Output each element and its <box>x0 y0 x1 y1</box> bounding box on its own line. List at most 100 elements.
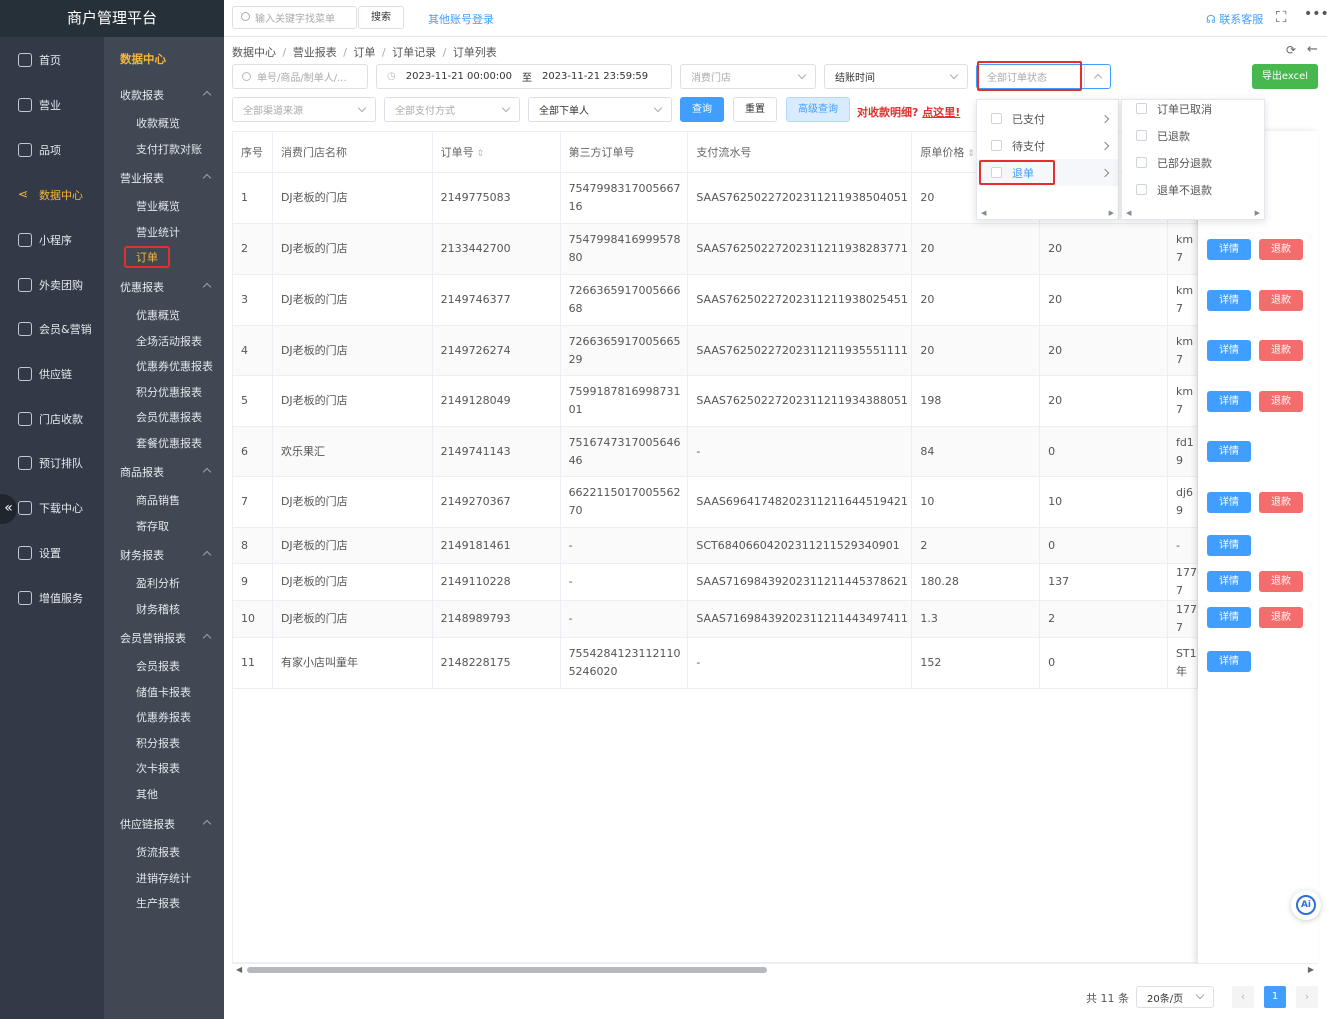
table-row[interactable]: 4 DJ老板的门店 2149726274 726636591700566529 SAAS… <box>232 325 1199 376</box>
sort-icon[interactable]: ⇕ <box>474 149 485 159</box>
fullscreen-icon[interactable]: ⛶ <box>1276 8 1287 26</box>
refund-button[interactable]: 退款 <box>1259 289 1303 311</box>
order-search-input[interactable]: 单号/商品/制单人/... <box>232 64 368 89</box>
nav-item-3[interactable]: ⋖ 数据中心 <box>0 177 104 213</box>
order-status-select[interactable]: 全部订单状态 <box>976 64 1111 89</box>
breadcrumb-item[interactable]: 订单记录 <box>392 46 436 59</box>
subnav-item[interactable]: 商品销售 <box>136 492 180 508</box>
table-row[interactable]: 8 DJ老板的门店 2149181461- SCT684066042023112115… <box>232 527 1199 564</box>
breadcrumb-item[interactable]: 数据中心 <box>232 46 276 59</box>
subnav-group-title[interactable]: 优惠报表 <box>120 279 164 295</box>
channel-select[interactable]: 全部渠道来源 <box>232 97 376 122</box>
subnav-item[interactable]: 全场活动报表 <box>136 333 202 349</box>
nav-item-2[interactable]: 品项 <box>0 132 104 168</box>
scroll-right-icon[interactable]: ▶ <box>1308 965 1314 974</box>
refund-button[interactable]: 退款 <box>1259 390 1303 412</box>
table-row[interactable]: 3 DJ老板的门店 2149746377 726636591700566668 SAAS… <box>232 274 1199 326</box>
other-login-link[interactable]: 其他账号登录 <box>428 11 494 27</box>
nav-item-12[interactable]: 增值服务 <box>0 580 104 616</box>
more-icon[interactable]: ••• <box>1304 6 1327 22</box>
detail-button[interactable]: 详情 <box>1207 340 1251 361</box>
detail-button[interactable]: 详情 <box>1207 491 1251 513</box>
chevron-up-icon[interactable] <box>202 173 212 183</box>
chevron-up-icon[interactable] <box>202 550 212 560</box>
refund-button[interactable]: 退款 <box>1259 340 1303 361</box>
status-option[interactable]: 退单 <box>977 159 1118 186</box>
subnav-group-title[interactable]: 收款报表 <box>120 87 164 103</box>
subnav-item[interactable]: 优惠券优惠报表 <box>136 358 213 374</box>
subnav-group-title[interactable]: 财务报表 <box>120 547 164 563</box>
subnav-item[interactable]: 营业统计 <box>136 224 180 240</box>
subnav-item[interactable]: 其他 <box>136 786 158 802</box>
scroll-left-icon[interactable]: ◀ <box>236 965 242 974</box>
advanced-query-button[interactable]: 高级查询 <box>786 97 850 122</box>
export-excel-button[interactable]: 导出excel <box>1252 64 1318 89</box>
refund-button[interactable]: 退款 <box>1259 607 1303 628</box>
subnav-group-title[interactable]: 商品报表 <box>120 464 164 480</box>
detail-button[interactable]: 详情 <box>1207 607 1251 628</box>
sort-icon[interactable]: ⇕ <box>964 149 975 159</box>
chevron-up-icon[interactable] <box>202 90 212 100</box>
reset-button[interactable]: 重置 <box>733 97 777 122</box>
refund-button[interactable]: 退款 <box>1259 571 1303 592</box>
nav-item-8[interactable]: 门店收款 <box>0 401 104 437</box>
subnav-group-title[interactable]: 营业报表 <box>120 170 164 186</box>
table-row[interactable]: 11 有家小店叫童年 2148228175 755428412311211052460… <box>232 637 1199 689</box>
status-sub-option[interactable]: 订单已取消 <box>1122 95 1264 122</box>
store-select[interactable]: 消费门店 <box>680 64 816 89</box>
table-row[interactable]: 7 DJ老板的门店 2149270367 662211501700556270 SAAS… <box>232 476 1199 528</box>
checkbox[interactable] <box>1136 157 1147 168</box>
subnav-item[interactable]: 支付打款对账 <box>136 141 202 157</box>
detail-button[interactable]: 详情 <box>1207 289 1251 311</box>
subnav-item[interactable]: 积分优惠报表 <box>136 384 202 400</box>
chevron-up-icon[interactable] <box>202 467 212 477</box>
page-size-select[interactable]: 20条/页 <box>1136 986 1214 1008</box>
next-page-button[interactable]: › <box>1296 986 1318 1008</box>
payment-method-select[interactable]: 全部支付方式 <box>384 97 520 122</box>
detail-button[interactable]: 详情 <box>1207 390 1251 412</box>
chevron-up-icon[interactable] <box>202 819 212 829</box>
scroll-right-icon[interactable]: ▶ <box>1255 209 1260 217</box>
hint-link[interactable]: 点这里! <box>922 106 960 119</box>
scroll-left-icon[interactable]: ◀ <box>1126 209 1131 217</box>
back-arrow-icon[interactable]: ← <box>1307 42 1318 57</box>
date-range-picker[interactable]: ◷ 2023-11-21 00:00:00 至 2023-11-21 23:59… <box>376 64 672 89</box>
subnav-item-orders[interactable]: 订单 <box>124 246 170 269</box>
subnav-item[interactable]: 次卡报表 <box>136 760 180 776</box>
detail-button[interactable]: 详情 <box>1207 441 1251 462</box>
subnav-item[interactable]: 货流报表 <box>136 844 180 860</box>
contact-service-link[interactable]: ☊ 联系客服 <box>1206 11 1263 27</box>
subnav-item[interactable]: 优惠券报表 <box>136 709 191 725</box>
table-row[interactable]: 2 DJ老板的门店 2133442700 754799841699957880 SAAS… <box>232 223 1199 275</box>
refresh-icon[interactable]: ⟳ <box>1286 43 1296 57</box>
chevron-up-icon[interactable] <box>202 633 212 643</box>
dropdown-scrollbar[interactable]: ◀ ▶ <box>1126 209 1260 217</box>
checkbox[interactable] <box>1136 184 1147 195</box>
subnav-group-title[interactable]: 供应链报表 <box>120 816 175 832</box>
subnav-item[interactable]: 会员报表 <box>136 658 180 674</box>
nav-item-5[interactable]: 外卖团购 <box>0 267 104 303</box>
breadcrumb-item[interactable]: 营业报表 <box>293 46 337 59</box>
refund-button[interactable]: 退款 <box>1259 491 1303 513</box>
detail-button[interactable]: 详情 <box>1207 535 1251 556</box>
page-number-current[interactable]: 1 <box>1264 986 1286 1008</box>
detail-button[interactable]: 详情 <box>1207 571 1251 592</box>
status-sub-option[interactable]: 已部分退款 <box>1122 149 1264 176</box>
table-row[interactable]: 10 DJ老板的门店 2148989793- SAAS7169843920231121… <box>232 600 1199 638</box>
checkbox[interactable] <box>991 113 1002 124</box>
subnav-item[interactable]: 储值卡报表 <box>136 684 191 700</box>
nav-item-6[interactable]: 会员&营销 <box>0 311 104 347</box>
breadcrumb-item[interactable]: 订单 <box>353 46 375 59</box>
nav-item-0[interactable]: 首页 <box>0 42 104 78</box>
nav-item-7[interactable]: 供应链 <box>0 356 104 392</box>
nav-item-1[interactable]: 营业 <box>0 87 104 123</box>
creator-select[interactable]: 全部下单人 <box>528 97 672 122</box>
checkbox[interactable] <box>991 140 1002 151</box>
scroll-thumb[interactable] <box>247 967 767 973</box>
subnav-item[interactable]: 套餐优惠报表 <box>136 435 202 451</box>
scroll-left-icon[interactable]: ◀ <box>981 209 986 217</box>
checkbox[interactable] <box>1136 130 1147 141</box>
detail-button[interactable]: 详情 <box>1207 238 1251 260</box>
subnav-item[interactable]: 盈利分析 <box>136 575 180 591</box>
checkbox[interactable] <box>991 167 1002 178</box>
